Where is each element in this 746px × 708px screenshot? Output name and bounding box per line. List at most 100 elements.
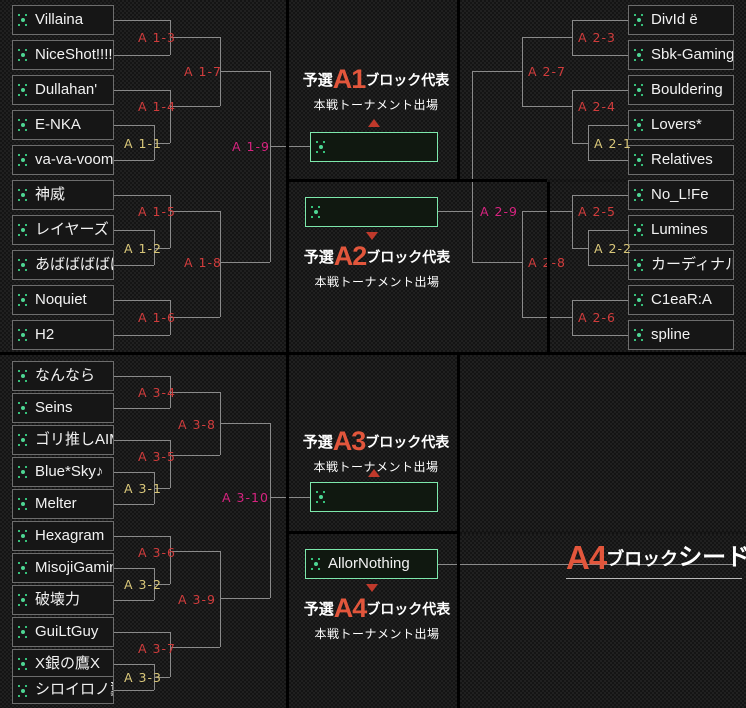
bracket-line bbox=[114, 90, 170, 91]
bracket-line bbox=[114, 440, 170, 441]
team-marker-icon bbox=[634, 188, 643, 203]
block-code: A4 bbox=[333, 593, 368, 623]
block-heading-a4: 予選A4ブロック代表 本戦トーナメント出場 bbox=[292, 595, 462, 642]
team-box[interactable]: Villaina bbox=[12, 5, 114, 35]
team-name: Dullahan' bbox=[35, 81, 98, 98]
team-marker-icon bbox=[18, 293, 27, 308]
bracket-line bbox=[170, 317, 220, 318]
team-name: spline bbox=[651, 326, 691, 343]
bracket-line bbox=[114, 600, 154, 601]
team-box[interactable]: 破壊力 bbox=[12, 585, 114, 615]
team-box[interactable]: C1eaR:A bbox=[628, 285, 734, 315]
bracket-line bbox=[572, 55, 628, 56]
team-box[interactable]: Melter bbox=[12, 489, 114, 519]
bracket-line bbox=[170, 536, 171, 584]
team-box[interactable]: spline bbox=[628, 320, 734, 350]
bracket-line bbox=[588, 160, 628, 161]
bracket-line bbox=[114, 408, 170, 409]
team-marker-icon bbox=[634, 118, 643, 133]
winner-slot-a2[interactable] bbox=[305, 197, 438, 227]
team-marker-icon bbox=[634, 293, 643, 308]
team-box[interactable]: Bouldering bbox=[628, 75, 734, 105]
team-box[interactable]: Seins bbox=[12, 393, 114, 423]
seed-kana-block: ブロック bbox=[606, 549, 679, 569]
team-marker-icon bbox=[316, 140, 325, 155]
bracket-line bbox=[588, 230, 589, 265]
panel-a3-right-filler bbox=[460, 355, 746, 531]
winner-name: AllorNothing bbox=[328, 555, 410, 572]
arrow-up-icon bbox=[368, 469, 380, 477]
seed-underline bbox=[566, 578, 742, 579]
bracket-line bbox=[220, 598, 270, 599]
team-box[interactable]: Lumines bbox=[628, 215, 734, 245]
match-label: A 1-9 bbox=[232, 139, 270, 154]
match-label: A 2-4 bbox=[578, 99, 616, 114]
bracket-line bbox=[588, 230, 628, 231]
team-box[interactable]: あばばばばば bbox=[12, 250, 114, 280]
bracket-line bbox=[438, 211, 472, 212]
match-label: A 1-6 bbox=[138, 310, 176, 325]
team-marker-icon bbox=[18, 258, 27, 273]
team-box[interactable]: Relatives bbox=[628, 145, 734, 175]
match-label: A 2-5 bbox=[578, 204, 616, 219]
team-box[interactable]: Sbk-Gaming bbox=[628, 40, 734, 70]
team-box[interactable]: va-va-voom" bbox=[12, 145, 114, 175]
match-label: A 1-5 bbox=[138, 204, 176, 219]
block-suffix: ブロック代表 bbox=[366, 601, 451, 617]
team-box[interactable]: 神威 bbox=[12, 180, 114, 210]
team-marker-icon bbox=[18, 625, 27, 640]
block-heading-a1: 予選A1ブロック代表 本戦トーナメント出場 bbox=[296, 66, 456, 113]
team-name: GuiLtGuy bbox=[35, 623, 99, 640]
team-box[interactable]: Lovers* bbox=[628, 110, 734, 140]
team-name: Hexagram bbox=[35, 527, 105, 544]
winner-slot-a3[interactable] bbox=[310, 482, 438, 512]
team-box[interactable]: なんなら bbox=[12, 361, 114, 391]
block-prefix: 予選 bbox=[303, 249, 334, 266]
bracket-line bbox=[114, 568, 154, 569]
match-label: A 3-9 bbox=[178, 592, 216, 607]
bracket-line bbox=[114, 504, 154, 505]
team-name: Bouldering bbox=[651, 81, 723, 98]
team-name: Sbk-Gaming bbox=[651, 46, 734, 63]
team-box[interactable]: カーディナルス bbox=[628, 250, 734, 280]
team-marker-icon bbox=[634, 153, 643, 168]
team-box[interactable]: E-NKA bbox=[12, 110, 114, 140]
winner-slot-a1[interactable] bbox=[310, 132, 438, 162]
team-box[interactable]: Noquiet bbox=[12, 285, 114, 315]
bracket-line bbox=[472, 71, 522, 72]
bracket-line bbox=[220, 71, 270, 72]
team-box[interactable]: MisojiGaming bbox=[12, 553, 114, 583]
team-name: Melter bbox=[35, 495, 77, 512]
team-box[interactable]: Blue*Sky♪ bbox=[12, 457, 114, 487]
bracket-line bbox=[472, 71, 473, 262]
divider bbox=[0, 352, 746, 355]
match-label: A 3-5 bbox=[138, 449, 176, 464]
team-name: Lumines bbox=[651, 221, 708, 238]
team-box[interactable]: NiceShot!!!! bbox=[12, 40, 114, 70]
team-name: ゴリ推しAIM bbox=[35, 431, 114, 448]
team-box[interactable]: DivId ë bbox=[628, 5, 734, 35]
team-marker-icon bbox=[18, 223, 27, 238]
team-box[interactable]: シロイロノ翼 bbox=[12, 676, 114, 704]
team-box[interactable]: Hexagram bbox=[12, 521, 114, 551]
team-marker-icon bbox=[18, 13, 27, 28]
team-box[interactable]: X銀の鷹X bbox=[12, 649, 114, 679]
team-box[interactable]: レイヤーズ bbox=[12, 215, 114, 245]
team-box[interactable]: No_L!Fe bbox=[628, 180, 734, 210]
winner-slot-a4[interactable]: AllorNothing bbox=[305, 549, 438, 579]
team-name: NiceShot!!!! bbox=[35, 46, 113, 63]
team-box[interactable]: Dullahan' bbox=[12, 75, 114, 105]
team-box[interactable]: GuiLtGuy bbox=[12, 617, 114, 647]
match-label: A 2-2 bbox=[594, 241, 632, 256]
bracket-line bbox=[588, 265, 628, 266]
bracket-line bbox=[114, 472, 154, 473]
block-subtitle: 本戦トーナメント出場 bbox=[313, 98, 439, 112]
bracket-line bbox=[220, 551, 221, 647]
bracket-line bbox=[170, 90, 171, 143]
team-box[interactable]: ゴリ推しAIM bbox=[12, 425, 114, 455]
match-label: A 3-6 bbox=[138, 545, 176, 560]
bracket-line bbox=[572, 90, 573, 143]
team-name: 神威 bbox=[35, 186, 66, 203]
match-label: A 1-8 bbox=[184, 255, 222, 270]
team-box[interactable]: H2 bbox=[12, 320, 114, 350]
